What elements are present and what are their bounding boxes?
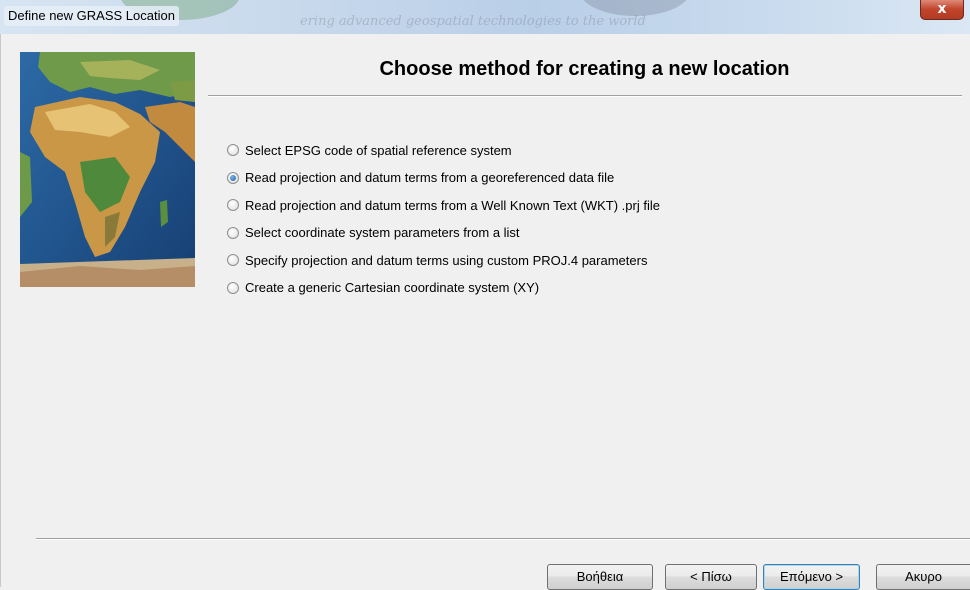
close-icon: x [937, 1, 947, 17]
radio-button[interactable] [227, 226, 239, 239]
title-bar[interactable]: ering advanced geospatial technologies t… [0, 0, 970, 34]
option-wkt-file[interactable]: Read projection and datum terms from a W… [227, 193, 660, 217]
option-coordinate-list[interactable]: Select coordinate system parameters from… [227, 221, 660, 245]
divider [208, 95, 962, 97]
radio-button[interactable] [227, 254, 239, 267]
help-button[interactable]: Βοήθεια [547, 564, 653, 590]
option-label: Create a generic Cartesian coordinate sy… [245, 280, 540, 296]
radio-button[interactable] [227, 199, 239, 212]
radio-button[interactable] [227, 281, 239, 294]
option-label: Read projection and datum terms from a g… [245, 170, 615, 186]
radio-button-selected[interactable] [227, 171, 239, 184]
option-label: Specify projection and datum terms using… [245, 252, 648, 268]
back-button[interactable]: < Πίσω [665, 564, 757, 590]
option-xy[interactable]: Create a generic Cartesian coordinate sy… [227, 276, 660, 300]
option-label: Read projection and datum terms from a W… [245, 197, 660, 213]
world-map-image [20, 52, 195, 287]
divider [36, 538, 970, 540]
close-button[interactable]: x [920, 0, 964, 20]
option-label: Select coordinate system parameters from… [245, 225, 520, 241]
radio-button[interactable] [227, 144, 239, 156]
window-title: Define new GRASS Location [4, 6, 179, 26]
option-epsg[interactable]: Select EPSG code of spatial reference sy… [227, 138, 660, 162]
option-proj4[interactable]: Specify projection and datum terms using… [227, 248, 660, 272]
method-options: Select EPSG code of spatial reference sy… [227, 138, 660, 304]
option-georeferenced-file[interactable]: Read projection and datum terms from a g… [227, 166, 660, 190]
next-button[interactable]: Επόμενο > [763, 564, 860, 590]
page-title: Choose method for creating a new locatio… [379, 58, 790, 80]
cancel-button[interactable]: Ακυρο [876, 564, 970, 590]
option-label: Select EPSG code of spatial reference sy… [245, 142, 512, 158]
background-text: ering advanced geospatial technologies t… [300, 14, 646, 29]
window-border [0, 34, 1, 587]
